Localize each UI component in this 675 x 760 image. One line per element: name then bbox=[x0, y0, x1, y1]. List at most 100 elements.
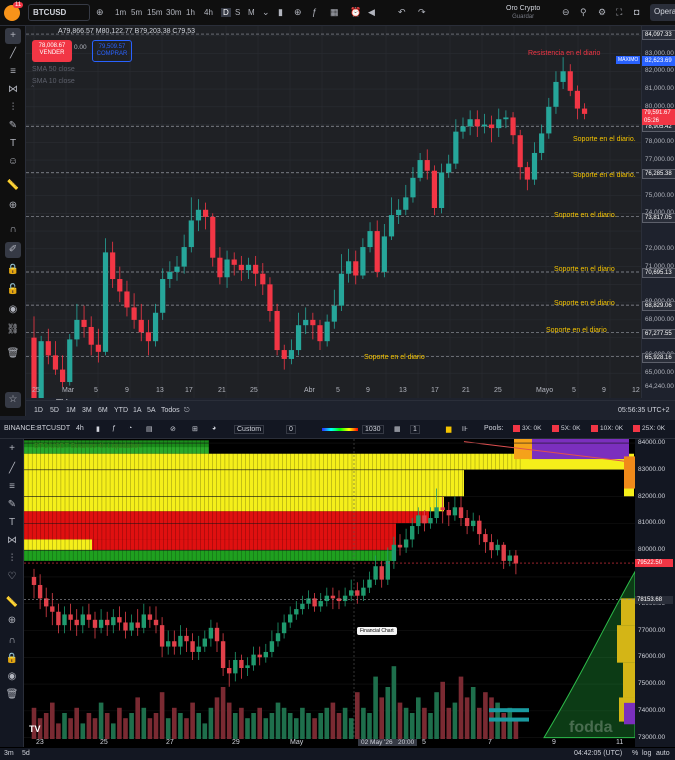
trash-icon[interactable]: 🗑 bbox=[5, 346, 21, 362]
bottom-time-axis[interactable]: 02 May '26 20:00 23 25 27 29 May 5 7 9 11 bbox=[24, 739, 635, 748]
chevron-down-icon[interactable]: ⌄ bbox=[262, 7, 270, 18]
pool-10x[interactable]: 10X: 0K bbox=[591, 425, 623, 432]
layout-icon[interactable]: ▦ bbox=[330, 7, 339, 18]
range-1d[interactable]: 1D bbox=[34, 407, 43, 414]
bottom-interval[interactable]: 4h bbox=[76, 425, 84, 432]
fib-icon[interactable]: ⫶ bbox=[4, 551, 20, 567]
horizontal-lines-icon[interactable]: ≡ bbox=[5, 64, 21, 80]
alert-icon[interactable]: ⏰ bbox=[350, 7, 361, 18]
lock-icon[interactable]: 🔒 bbox=[5, 262, 21, 278]
timeframe-m[interactable]: M bbox=[248, 8, 255, 17]
timeframe-15m[interactable]: 15m bbox=[147, 8, 163, 17]
pool-3x[interactable]: 3X: 0K bbox=[513, 425, 542, 432]
range-1a[interactable]: 1A bbox=[133, 407, 142, 414]
clock-readout[interactable]: 05:56:35 UTC+2 bbox=[618, 407, 670, 414]
log-toggle[interactable]: log bbox=[642, 750, 651, 757]
range-5a[interactable]: 5A bbox=[147, 407, 156, 414]
pool-5x-checkbox[interactable] bbox=[552, 425, 559, 432]
fib-icon[interactable]: ⫶ bbox=[5, 100, 21, 116]
timeframe-d[interactable]: D bbox=[221, 8, 231, 17]
trash-icon[interactable]: 🗑 bbox=[4, 687, 20, 703]
add-symbol-icon[interactable]: ⊕ bbox=[96, 7, 104, 18]
heat-icon[interactable]: ▆ bbox=[446, 425, 451, 433]
pattern-icon[interactable]: ⋈ bbox=[4, 533, 20, 549]
custom-select[interactable]: Custom bbox=[234, 425, 265, 434]
bottom-symbol[interactable]: BINANCE:BTCUSDT bbox=[4, 425, 70, 432]
indicators-icon[interactable]: ƒ bbox=[312, 7, 317, 17]
layers-icon[interactable]: ▦ bbox=[394, 425, 401, 433]
bar-icon[interactable]: ⊪ bbox=[462, 425, 468, 433]
pattern-icon[interactable]: ⋈ bbox=[5, 82, 21, 98]
hide-icon[interactable]: ⊘ bbox=[170, 425, 176, 433]
auto-toggle[interactable]: auto bbox=[656, 750, 670, 757]
pool-5x[interactable]: 5X: 0K bbox=[552, 425, 581, 432]
timeframe-s[interactable]: S bbox=[235, 8, 240, 17]
emoji-icon[interactable]: ☺ bbox=[5, 154, 21, 170]
top-chart-svg[interactable] bbox=[26, 26, 643, 406]
indicator-sma10[interactable]: SMA 10 close bbox=[32, 78, 75, 85]
range-all[interactable]: Todos bbox=[161, 407, 180, 414]
camera-icon[interactable]: ◘ bbox=[634, 7, 639, 17]
settings-icon[interactable]: ⚙ bbox=[598, 7, 606, 18]
ruler-icon[interactable]: 📏 bbox=[5, 178, 21, 194]
trend-line-icon[interactable]: ╱ bbox=[4, 461, 20, 477]
range-5d[interactable]: 5D bbox=[50, 407, 59, 414]
pool-25x-checkbox[interactable] bbox=[633, 425, 640, 432]
symbol-search-input[interactable]: BTCUSD bbox=[28, 4, 90, 21]
zoom-icon[interactable]: ⊕ bbox=[4, 613, 20, 629]
magnet-icon[interactable]: ∩ bbox=[5, 222, 21, 238]
trend-line-icon[interactable]: ╱ bbox=[5, 46, 21, 62]
candle-type-icon[interactable]: ▮ bbox=[96, 425, 100, 433]
bottom-clock[interactable]: 04:42:05 (UTC) bbox=[574, 750, 622, 757]
range-ytd[interactable]: YTD bbox=[114, 407, 128, 414]
buy-box[interactable]: 79,509.57 COMPRAR bbox=[92, 40, 132, 62]
lock-icon[interactable]: 🔒 bbox=[4, 651, 20, 667]
palette-icon[interactable]: ◕ bbox=[212, 425, 216, 432]
candle-type-icon[interactable]: ▮ bbox=[278, 7, 283, 18]
horizontal-lines-icon[interactable]: ≡ bbox=[4, 479, 20, 495]
brush-icon[interactable]: ✎ bbox=[4, 497, 20, 513]
text-icon[interactable]: T bbox=[5, 136, 21, 152]
range-6m[interactable]: 6M bbox=[98, 407, 108, 414]
trade-button[interactable]: Opera bbox=[650, 4, 675, 21]
template-icon[interactable]: ▤ bbox=[146, 425, 153, 433]
range-1m[interactable]: 1M bbox=[66, 407, 76, 414]
zoom-icon[interactable]: ⊕ bbox=[5, 198, 21, 214]
watchlist-name[interactable]: Oro Crypto Guardar bbox=[506, 5, 540, 21]
top-price-axis[interactable]: 84,000.0084,097.3383,000.0082,623.6982,0… bbox=[641, 26, 675, 398]
text-icon[interactable]: T bbox=[4, 515, 20, 531]
sell-box[interactable]: 78,008.67 VENDER bbox=[32, 40, 72, 62]
bottom-chart-svg[interactable] bbox=[24, 439, 635, 739]
eye-icon[interactable]: ◉ bbox=[5, 302, 21, 318]
indicator-icon[interactable]: ƒ bbox=[112, 425, 116, 432]
bottom-price-axis[interactable]: 84000.00 83000.00 82000.00 81000.00 80000.00… bbox=[635, 439, 675, 747]
brush-icon[interactable]: ✎ bbox=[5, 118, 21, 134]
redo-icon[interactable]: ↷ bbox=[418, 7, 426, 18]
pool-10x-checkbox[interactable] bbox=[591, 425, 598, 432]
pool-3x-checkbox[interactable] bbox=[513, 425, 520, 432]
menu-icon[interactable]: ⊖ bbox=[562, 7, 570, 18]
timeframe-1h[interactable]: 1h bbox=[186, 8, 195, 17]
eye-icon[interactable]: ◉ bbox=[4, 669, 20, 685]
drawing-mode-icon[interactable]: ✐ bbox=[5, 242, 21, 258]
timeframe-5m[interactable]: 5m bbox=[131, 8, 142, 17]
ruler-icon[interactable]: ⊞ bbox=[192, 425, 198, 433]
collapse-icon[interactable]: ⌃ bbox=[30, 84, 35, 92]
value-1030[interactable]: 1030 bbox=[362, 425, 384, 434]
calendar-icon[interactable]: ⎋ bbox=[184, 407, 190, 415]
alert-icon[interactable]: ◔ bbox=[128, 425, 132, 432]
top-time-axis[interactable]: 25 Mar 5 9 13 17 21 25 Abr 5 9 13 17 21 25 Mayo 5 9 12 bbox=[26, 385, 641, 398]
percent-toggle[interactable]: % bbox=[632, 750, 638, 757]
top-price-chart[interactable]: A79,866.57 M80,122.77 B79,203.38 C79,53 … bbox=[26, 26, 643, 412]
link-icon[interactable]: ⛓ bbox=[5, 322, 21, 338]
undo-icon[interactable]: ↶ bbox=[398, 7, 406, 18]
heart-icon[interactable]: ♡ bbox=[4, 569, 20, 585]
bottom-liquidation-chart[interactable]: BTC/USDT Binance 4h Liquidation Financia… bbox=[24, 439, 635, 739]
fullscreen-icon[interactable]: ⛶ bbox=[616, 7, 622, 18]
indicator-sma50[interactable]: SMA 50 close bbox=[32, 66, 75, 73]
timeframe-1m[interactable]: 1m bbox=[115, 8, 126, 17]
crosshair-icon[interactable]: + bbox=[5, 28, 21, 44]
pool-25x[interactable]: 25X: 0K bbox=[633, 425, 665, 432]
crosshair-icon[interactable]: + bbox=[4, 441, 20, 457]
timeframe-4h[interactable]: 4h bbox=[204, 8, 213, 17]
